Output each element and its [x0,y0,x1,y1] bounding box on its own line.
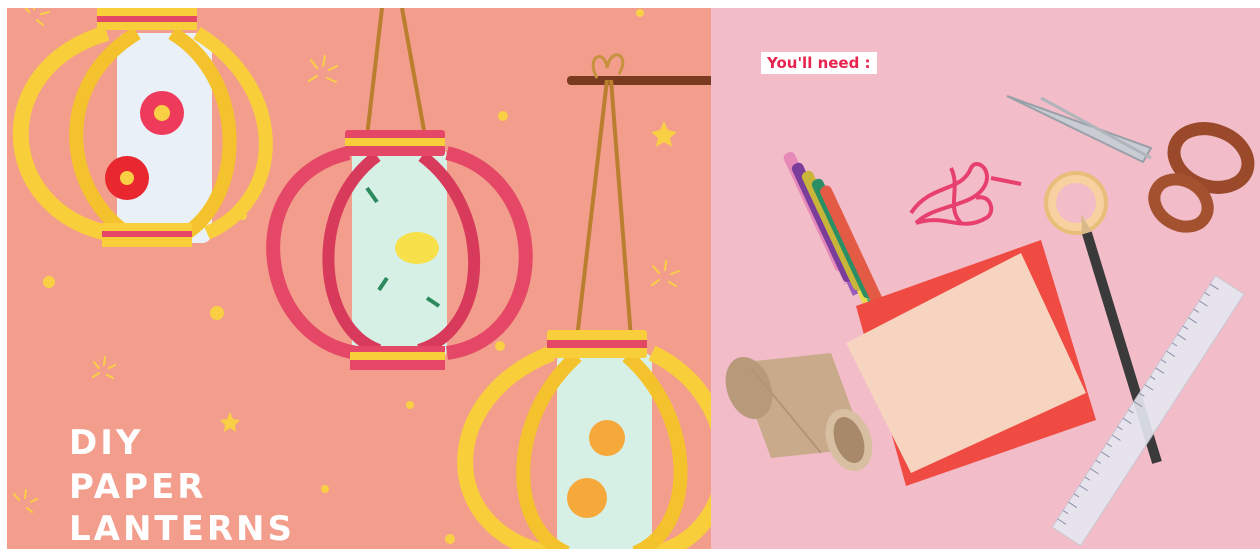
title-line-2: PAPER [69,467,207,507]
supplies-illustration [725,95,1255,547]
cardboard-tube [725,353,873,471]
markers [783,151,889,319]
image-collage: DIY PAPER LANTERNS You'll need: [0,0,1260,549]
title-line-1: DIY [69,423,144,463]
tape-roll [1044,171,1108,235]
lanterns-photo: DIY PAPER LANTERNS [7,8,711,549]
you-will-need-label: You'll need : [761,52,877,74]
supplies-photo: You'll need : [711,8,1260,549]
lantern-yellow-bottom [457,330,711,549]
title-line-3: LANTERNS [69,509,295,549]
lantern-yellow-top [12,8,273,247]
lantern-pink-middle [266,130,533,370]
pink-yarn [909,162,1022,226]
scissors [1006,95,1255,233]
paper-sheets [846,240,1096,486]
hanging-stick [567,53,711,85]
